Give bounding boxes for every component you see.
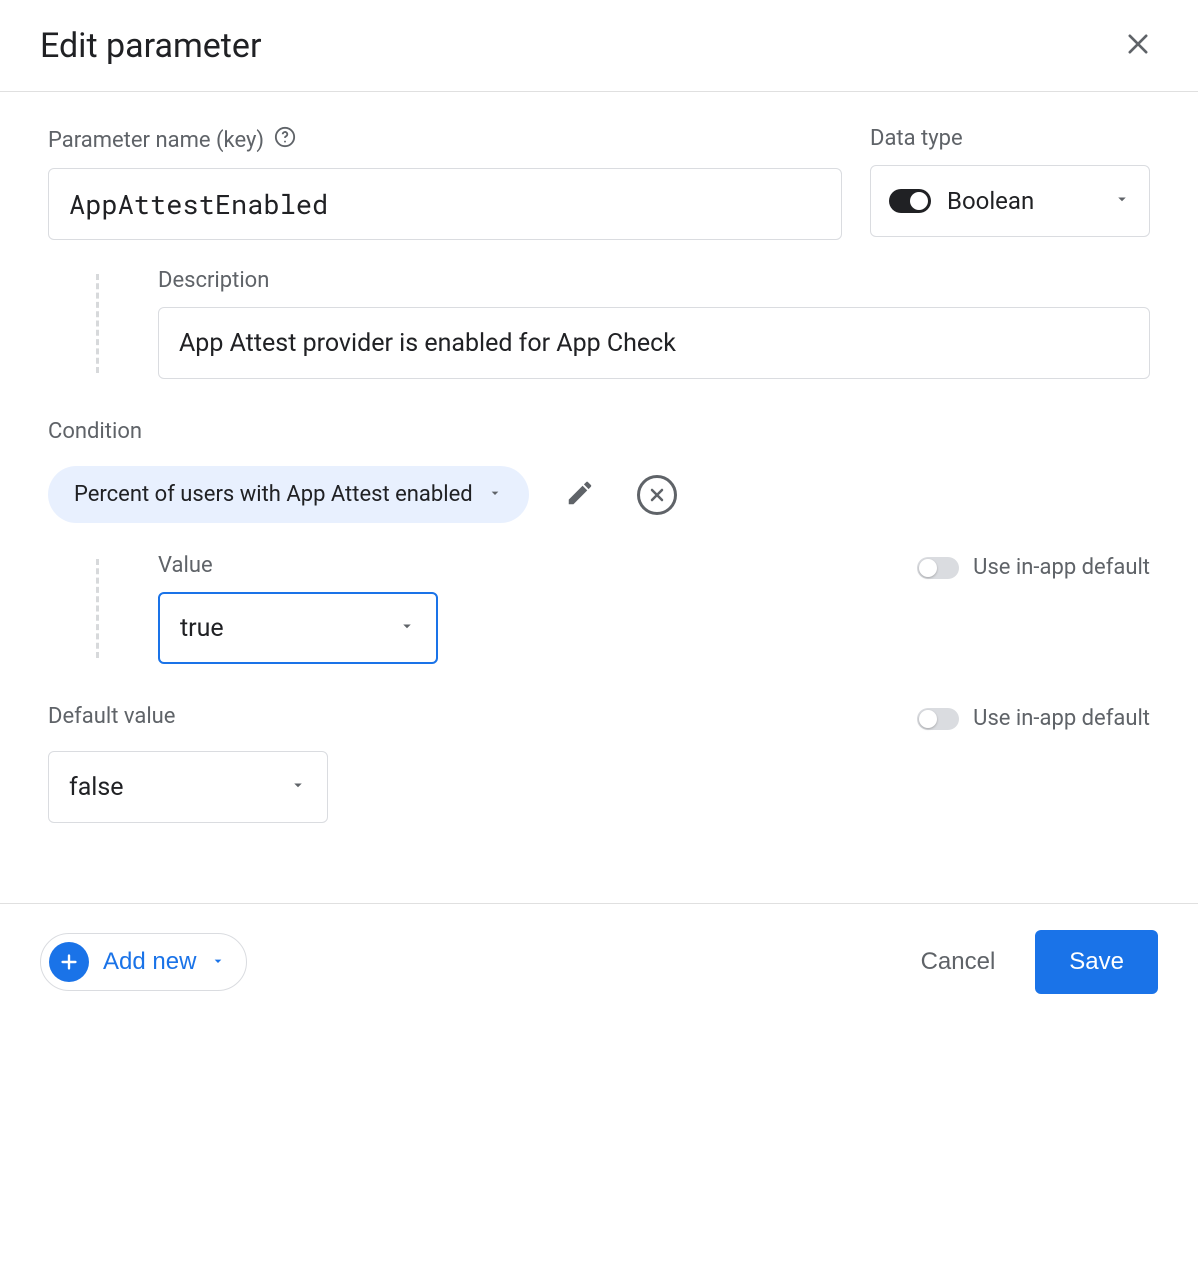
- close-icon: [1124, 46, 1152, 61]
- remove-condition-button[interactable]: [631, 469, 683, 521]
- condition-label: Condition: [48, 419, 1150, 444]
- dialog-header: Edit parameter: [0, 0, 1198, 92]
- condition-use-default-toggle-row: Use in-app default: [917, 555, 1150, 580]
- param-name-label: Parameter name (key): [48, 128, 264, 153]
- condition-row: Percent of users with App Attest enabled: [48, 466, 1150, 523]
- description-input[interactable]: [158, 307, 1150, 379]
- data-type-label: Data type: [870, 126, 963, 151]
- param-row: Parameter name (key) Data type Boolean: [48, 126, 1150, 240]
- default-value-label: Default value: [48, 704, 328, 729]
- value-label: Value: [158, 553, 213, 578]
- chevron-down-icon: [398, 617, 416, 639]
- close-circle-icon: [637, 475, 677, 515]
- cancel-button[interactable]: Cancel: [911, 936, 1006, 988]
- param-name-field: Parameter name (key): [48, 126, 842, 240]
- save-button[interactable]: Save: [1035, 930, 1158, 994]
- condition-value-section: Value true Use in-app default: [96, 553, 1150, 664]
- condition-value-select[interactable]: true: [158, 592, 438, 664]
- plus-icon: [49, 942, 89, 982]
- dialog-content: Parameter name (key) Data type Boolean: [0, 92, 1198, 863]
- chevron-down-icon: [289, 776, 307, 798]
- edit-condition-button[interactable]: [559, 472, 601, 517]
- default-value-section: Default value false Use in-app default: [48, 704, 1150, 823]
- data-type-field: Data type Boolean: [870, 126, 1150, 237]
- default-use-default-toggle-row: Use in-app default: [917, 706, 1150, 731]
- condition-chip-text: Percent of users with App Attest enabled: [74, 482, 473, 507]
- add-new-button[interactable]: Add new: [40, 933, 247, 991]
- chevron-down-icon: [210, 953, 226, 972]
- default-value-select[interactable]: false: [48, 751, 328, 823]
- close-button[interactable]: [1118, 24, 1158, 67]
- dialog-title: Edit parameter: [40, 26, 261, 66]
- help-icon[interactable]: [274, 126, 296, 154]
- add-new-label: Add new: [103, 948, 196, 976]
- boolean-icon: [889, 189, 931, 213]
- default-use-default-toggle[interactable]: [917, 708, 959, 730]
- condition-use-default-toggle[interactable]: [917, 557, 959, 579]
- condition-chip[interactable]: Percent of users with App Attest enabled: [48, 466, 529, 523]
- description-label: Description: [158, 268, 269, 293]
- pencil-icon: [565, 496, 595, 511]
- condition-value: true: [180, 614, 224, 643]
- chevron-down-icon: [1113, 190, 1131, 212]
- data-type-select[interactable]: Boolean: [870, 165, 1150, 237]
- default-value: false: [69, 773, 124, 802]
- param-name-input[interactable]: [48, 168, 842, 240]
- data-type-value: Boolean: [947, 187, 1034, 215]
- condition-use-default-label: Use in-app default: [973, 555, 1150, 580]
- description-section: Description: [96, 268, 1150, 379]
- dialog-footer: Add new Cancel Save: [0, 903, 1198, 1028]
- chevron-down-icon: [487, 482, 503, 507]
- default-use-default-label: Use in-app default: [973, 706, 1150, 731]
- param-name-label-row: Parameter name (key): [48, 126, 842, 154]
